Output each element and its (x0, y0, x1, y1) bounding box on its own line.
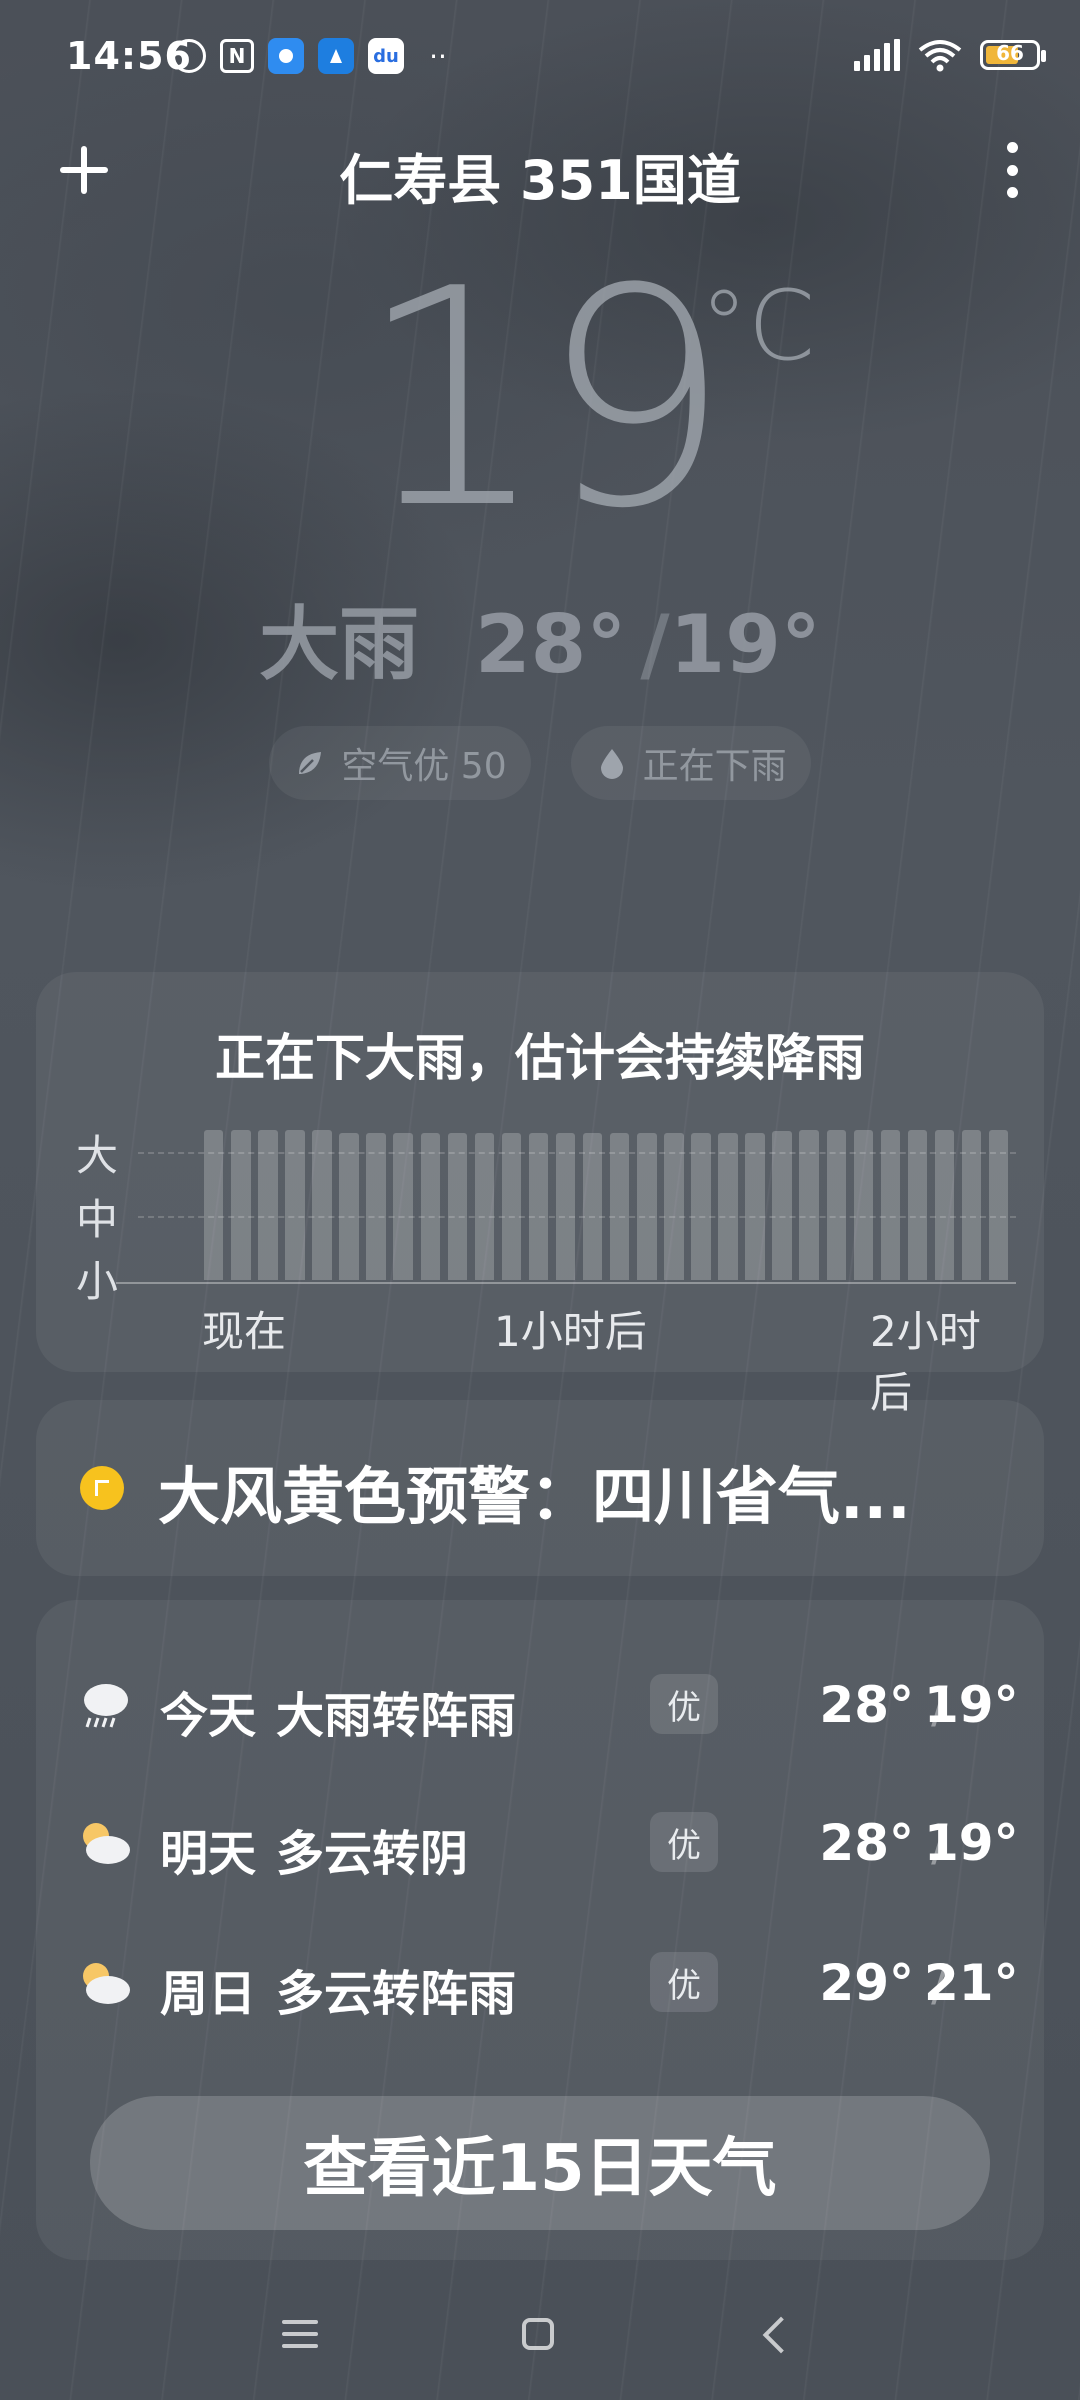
status-pills: 空气优 50 正在下雨 (0, 726, 1080, 800)
rain-bar (907, 1129, 928, 1280)
current-temperature-block: 19 °C (0, 250, 1080, 550)
forecast-day: 明天 (160, 1826, 257, 1882)
rain-bar (582, 1132, 603, 1280)
rain-intensity-chart: 大 中 小 现在 1小时后 2小时后 (76, 1122, 1016, 1417)
forecast-high: 29° (819, 1954, 914, 2012)
forecast-desc: 多云转阴 (276, 1826, 469, 1882)
rain-forecast-card[interactable]: 正在下大雨，估计会持续降雨 大 中 小 现在 1小时后 2小时后 (36, 972, 1044, 1417)
forecast-low: 19° (924, 1676, 1019, 1734)
rain-bar (528, 1132, 549, 1280)
rain-bar (312, 1129, 332, 1280)
forecast-aqi-badge: 优 (650, 1952, 718, 2012)
status-bar: 14:56 N du ·· 66 (0, 0, 1080, 110)
more-notifications-icon: ·· (429, 39, 447, 73)
more-vertical-icon[interactable] (1006, 142, 1018, 198)
forecast-high: 28° (819, 1676, 914, 1734)
y-label-light: 小 (76, 1257, 119, 1306)
forecast-day: 周日 (160, 1966, 257, 2022)
temperature-unit: °C (700, 270, 816, 382)
forecast-desc: 大雨转阵雨 (276, 1688, 517, 1744)
high-low-separator: / (640, 598, 670, 691)
x-label-1h: 1小时后 (494, 1307, 647, 1356)
rain-bar (880, 1129, 901, 1280)
rain-bar (745, 1132, 765, 1280)
forecast-high: 28° (819, 1814, 914, 1872)
rain-bar (447, 1132, 468, 1280)
notification-icons: N du ·· (172, 38, 458, 74)
nfc-icon: N (220, 39, 254, 73)
forecast-row-tomorrow[interactable]: 明天 多云转阴 优 28° / 19° (36, 1792, 1044, 1892)
rain-bar (231, 1129, 251, 1280)
rain-bar (637, 1132, 657, 1280)
recents-icon[interactable] (272, 2312, 332, 2362)
forecast-row-sunday[interactable]: 周日 多云转阵雨 优 29° / 21° (36, 1932, 1044, 2032)
weather-warning-card[interactable]: 大风黄色预警：四川省气... (36, 1400, 1044, 1576)
forecast-aqi-badge: 优 (650, 1674, 718, 1734)
forecast-aqi-badge: 优 (650, 1812, 718, 1872)
heavy-rain-icon (84, 1684, 128, 1728)
rain-bar (366, 1132, 386, 1280)
rain-bar (664, 1132, 684, 1280)
raindrop-icon (595, 746, 629, 780)
current-temperature: 19 (357, 225, 731, 574)
rain-bar (718, 1132, 738, 1280)
forecast-low: 19° (924, 1814, 1019, 1872)
current-low: 19° (669, 598, 821, 691)
app-icon (268, 38, 304, 74)
rain-bar (691, 1132, 711, 1280)
navigation-bar (0, 2290, 1080, 2380)
rain-bar (393, 1132, 413, 1280)
forecast-desc: 多云转阵雨 (276, 1966, 517, 2022)
air-quality-pill[interactable]: 空气优 50 (269, 726, 531, 800)
battery-level: 66 (996, 41, 1024, 65)
view-15-day-button[interactable]: 查看近15日天气 (90, 2096, 990, 2230)
current-condition-row: 大雨 28°/19° (0, 580, 1080, 696)
rain-bar (610, 1132, 630, 1280)
back-icon[interactable] (750, 2312, 810, 2362)
rain-bar (555, 1132, 576, 1280)
y-label-moderate: 中 (76, 1195, 119, 1244)
forecast-row-today[interactable]: 今天 大雨转阵雨 优 28° / 19° (36, 1654, 1044, 1754)
precip-label: 正在下雨 (642, 746, 787, 787)
rain-bar (339, 1132, 359, 1280)
location-title[interactable]: 仁寿县 351国道 (0, 136, 1080, 215)
app-icon (318, 38, 354, 74)
rain-bar (934, 1129, 955, 1280)
bars-container (204, 1122, 1016, 1280)
rain-forecast-title: 正在下大雨，估计会持续降雨 (215, 1029, 865, 1087)
alarm-icon (172, 39, 206, 73)
leaf-icon (293, 746, 327, 780)
partly-cloudy-icon (83, 1963, 130, 2004)
rain-bar (826, 1129, 847, 1280)
battery-icon: 66 (980, 40, 1046, 70)
air-quality-label: 空气优 50 (341, 746, 507, 787)
x-axis (116, 1282, 1016, 1284)
rain-bar (420, 1132, 441, 1280)
home-icon[interactable] (510, 2312, 570, 2362)
rain-bar (204, 1129, 224, 1280)
signal-icon (854, 39, 900, 71)
y-label-heavy: 大 (76, 1131, 119, 1180)
current-condition: 大雨 (259, 598, 420, 691)
rain-bar (988, 1129, 1009, 1280)
rain-bar (853, 1129, 874, 1280)
forecast-low: 21° (924, 1954, 1019, 2012)
header: 仁寿县 351国道 (0, 120, 1080, 220)
rain-bar (961, 1129, 982, 1280)
x-label-now: 现在 (202, 1307, 287, 1356)
wifi-icon (918, 40, 962, 72)
rain-bar (285, 1129, 305, 1280)
rain-bar (258, 1129, 278, 1280)
forecast-day: 今天 (160, 1688, 257, 1744)
precip-pill[interactable]: 正在下雨 (570, 726, 811, 800)
warning-flag-icon (80, 1466, 124, 1510)
rain-bar (474, 1132, 495, 1280)
rain-bar (799, 1129, 819, 1280)
current-high: 28° (474, 598, 627, 691)
rain-bar (501, 1132, 522, 1280)
warning-text: 大风黄色预警：四川省气... (158, 1460, 911, 1533)
rain-bar (772, 1130, 792, 1280)
partly-cloudy-icon (83, 1823, 130, 1864)
baidu-icon: du (368, 38, 404, 74)
